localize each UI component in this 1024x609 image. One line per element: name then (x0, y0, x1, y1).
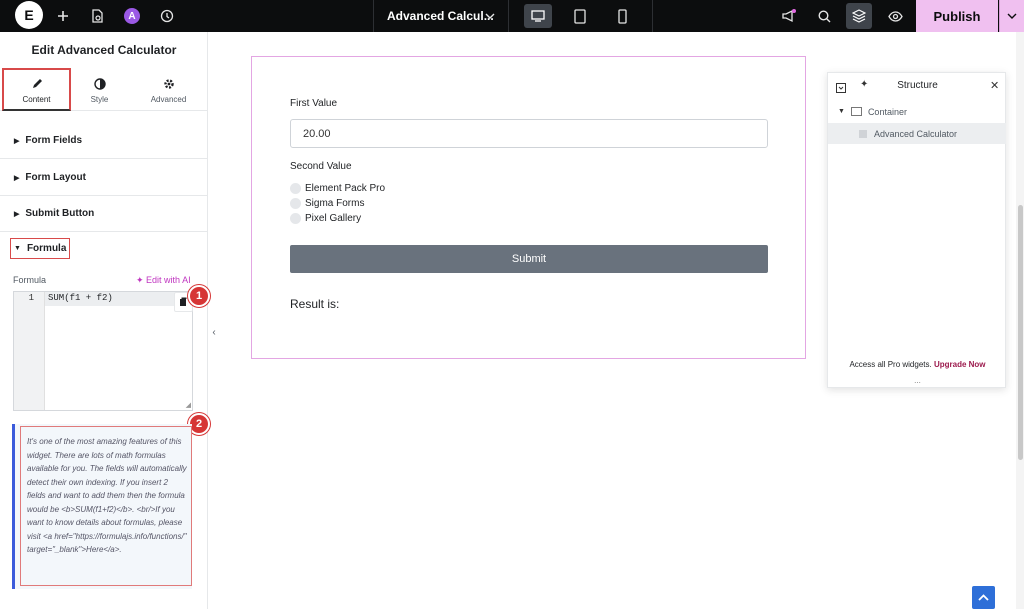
second-value-label: Second Value (290, 161, 352, 172)
section-label: Formula (26, 243, 67, 254)
scrollbar-thumb[interactable] (1018, 205, 1023, 460)
chevron-down-icon (1007, 13, 1017, 19)
tab-style[interactable]: Style (65, 68, 134, 111)
first-value-text: 20.00 (303, 127, 331, 140)
tab-label: Advanced (150, 94, 187, 104)
section-label: Form Layout (25, 172, 86, 183)
ai-assistant-icon[interactable]: A (124, 8, 140, 24)
radio-label: Element Pack Pro (305, 183, 386, 194)
radio-label: Sigma Forms (305, 198, 365, 209)
caret-right-icon: ▶ (14, 174, 20, 182)
caret-right-icon: ▶ (14, 210, 20, 218)
structure-item-container[interactable]: ▼ Container (828, 101, 1006, 122)
desktop-icon (530, 0, 546, 32)
editor-panel: Edit Advanced Calculator Content Style A… (0, 32, 210, 609)
sparkle-icon: ✦ (136, 275, 147, 285)
page-title-dropdown[interactable]: Advanced Calcul... (387, 0, 494, 32)
collapse-panel-icon[interactable]: ‹ (209, 325, 219, 339)
layers-icon (851, 0, 867, 32)
upgrade-now-link[interactable]: Upgrade Now (934, 360, 986, 369)
formula-description-text: It's one of the most amazing features of… (20, 426, 192, 586)
structure-item-advanced-calculator[interactable]: Advanced Calculator (828, 123, 1006, 144)
radio-label: Pixel Gallery (305, 213, 362, 224)
container-icon (850, 107, 862, 116)
separator (508, 0, 509, 32)
structure-panel: ✦ Structure ✕ ▼ Container Advanced Calcu… (827, 72, 1006, 388)
history-icon[interactable] (158, 0, 176, 32)
elementor-logo-icon[interactable]: E (15, 1, 43, 29)
section-form-fields[interactable]: ▶ Form Fields (0, 123, 208, 159)
contrast-icon (93, 76, 106, 92)
pencil-icon (31, 76, 43, 92)
editor-gutter: 1 (14, 292, 45, 410)
section-formula[interactable]: ▼ Formula (10, 238, 70, 259)
add-element-icon[interactable] (55, 0, 71, 32)
publish-button[interactable]: Publish (916, 0, 998, 32)
caret-right-icon: ▶ (14, 137, 20, 145)
formula-description: It's one of the most amazing features of… (12, 424, 192, 589)
structure-footer: Access all Pro widgets. Upgrade Now (828, 360, 1007, 369)
tab-label: Style (90, 94, 109, 104)
radio-button[interactable] (290, 213, 301, 224)
search-icon[interactable] (816, 0, 832, 32)
submit-button[interactable]: Submit (290, 245, 768, 273)
formula-field-label: Formula (13, 275, 47, 285)
radio-option[interactable]: Sigma Forms (290, 198, 364, 209)
section-label: Submit Button (25, 208, 95, 219)
publish-options-button[interactable] (999, 0, 1024, 32)
result-text: Result is: (290, 297, 340, 311)
section-form-layout[interactable]: ▶ Form Layout (0, 160, 208, 196)
drag-handle-icon[interactable]: ... (828, 376, 1007, 385)
tab-label: Content (22, 94, 51, 104)
edit-with-ai-link[interactable]: ✦ Edit with AI (136, 275, 191, 286)
top-bar: E A Advanced Calcul... Publish (0, 0, 1024, 32)
radio-button[interactable] (290, 198, 301, 209)
section-submit-button[interactable]: ▶ Submit Button (0, 196, 208, 232)
footer-text: Access all Pro widgets. (849, 360, 932, 369)
radio-button[interactable] (290, 183, 301, 194)
panel-tabs: Content Style Advanced (0, 68, 208, 111)
radio-option[interactable]: Element Pack Pro (290, 183, 385, 194)
tablet-icon[interactable] (572, 0, 588, 32)
calculator-widget[interactable]: First Value 20.00 Second Value Element P… (251, 56, 806, 359)
line-number: 1 (28, 293, 34, 303)
caret-down-icon: ▼ (838, 108, 845, 115)
formula-code-editor[interactable]: 1 SUM(f1 + f2) ◢ (13, 291, 193, 411)
section-label: Form Fields (25, 135, 83, 146)
structure-item-label: Container (867, 106, 907, 117)
page-title-text: Advanced Calcul... (387, 9, 494, 23)
separator (373, 0, 374, 32)
step-badge-1: 1 (188, 285, 210, 307)
formula-code[interactable]: SUM(f1 + f2) (48, 293, 113, 303)
widget-icon (859, 129, 867, 138)
separator (652, 0, 653, 32)
preview-eye-icon[interactable] (886, 0, 904, 32)
scroll-to-top-button[interactable] (972, 586, 995, 609)
panel-title: Edit Advanced Calculator (31, 43, 177, 57)
radio-option[interactable]: Pixel Gallery (290, 213, 361, 224)
first-value-label: First Value (290, 98, 338, 109)
caret-down-icon: ▼ (14, 245, 21, 252)
gear-icon (163, 76, 175, 92)
tab-advanced[interactable]: Advanced (134, 68, 203, 111)
chevron-up-icon (978, 594, 989, 601)
close-icon[interactable]: ✕ (990, 79, 999, 92)
resize-handle-icon[interactable]: ◢ (186, 401, 191, 409)
page-settings-icon[interactable] (88, 0, 106, 32)
notifications-megaphone-icon[interactable] (780, 0, 798, 32)
structure-title: Structure (897, 80, 938, 91)
structure-item-label: Advanced Calculator (874, 128, 958, 139)
structure-header: ✦ Structure ✕ (828, 73, 1007, 99)
first-value-input[interactable]: 20.00 (290, 119, 768, 148)
edit-with-ai-text: Edit with AI (146, 275, 191, 285)
mobile-icon[interactable] (615, 0, 629, 32)
chevron-down-icon[interactable] (483, 0, 497, 32)
tab-content[interactable]: Content (2, 68, 71, 111)
